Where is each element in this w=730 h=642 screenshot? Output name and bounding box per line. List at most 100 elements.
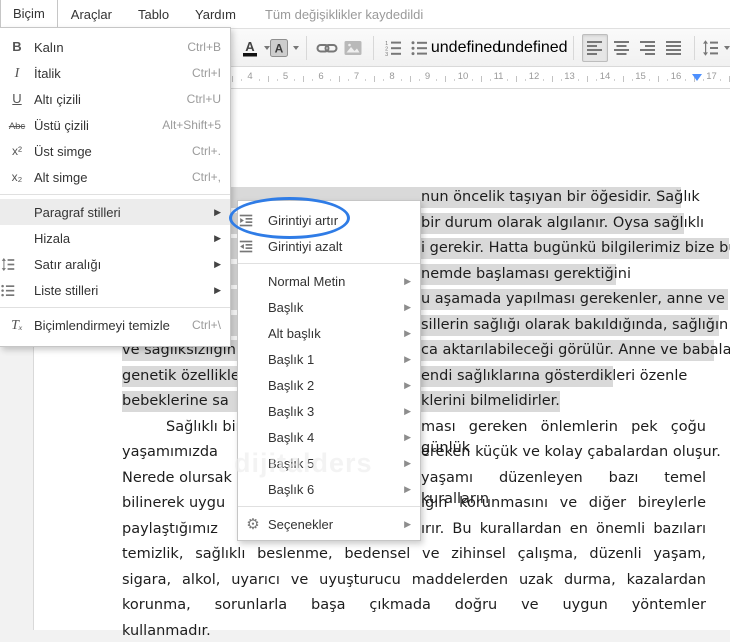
menubar-item-tablo[interactable]: Tablo (125, 1, 182, 28)
paragraph-styles-submenu: Girintiyi artır Girintiyi azalt Normal Met… (237, 200, 421, 541)
highlight-color-button[interactable]: A (269, 35, 300, 61)
align-left-button[interactable] (581, 33, 608, 62)
menu-item-başlık-1[interactable]: Başlık 1 ▶ (238, 346, 420, 372)
align-center-button[interactable] (610, 35, 634, 61)
ruler-number: 16 (670, 71, 682, 82)
menu-separator (238, 506, 420, 507)
text-fragment-left: yaşamımızda (122, 444, 218, 460)
justify-button[interactable] (662, 35, 686, 61)
text-fragment-right: ırır. Bu kurallardan en önemli bazıları (421, 520, 706, 537)
ruler-dot (596, 79, 598, 81)
menu-item-alt-başlık[interactable]: Alt başlık ▶ (238, 320, 420, 346)
ruler-dot (400, 79, 402, 81)
menu-item-shortcut: Ctrl+B (187, 40, 221, 54)
menu-item-shortcut: Ctrl+I (191, 66, 221, 80)
menu-item-label: Başlık 1 (268, 351, 315, 367)
ruler-dot (347, 79, 349, 81)
text-fragment-right: ca aktarılabileceği görülür. Anne ve bab… (421, 342, 730, 358)
menu-separator (0, 307, 230, 308)
dropdown-caret-icon[interactable] (724, 45, 730, 50)
link-button[interactable] (315, 35, 339, 61)
menu-item-başlık-6[interactable]: Başlık 6 ▶ (238, 476, 420, 502)
menu-item-başlık-3[interactable]: Başlık 3 ▶ (238, 398, 420, 424)
text-fragment-left: paylaştığımız (122, 520, 218, 537)
strikethrough-icon: Abc (8, 121, 26, 132)
menu-item-paragraf-stilleri[interactable]: Paragraf stilleri ▶ (0, 199, 230, 225)
menu-item-başlık-4[interactable]: Başlık 4 ▶ (238, 424, 420, 450)
menu-item-üst-simge[interactable]: x² Üst simge Ctrl+. (0, 138, 230, 164)
bullet-list-icon (410, 39, 429, 57)
text-line: korunma, sorunlarla başa çıkmada doğru v… (122, 597, 706, 613)
ruler-dot (383, 79, 385, 81)
menu-item-üstü-çizili[interactable]: Abc Üstü çizili Alt+Shift+5 (0, 112, 230, 138)
submenu-arrow-icon: ▶ (404, 275, 411, 286)
ruler-dot (525, 79, 527, 81)
indent-decrease-icon: undefined (430, 38, 502, 56)
indent-decrease-icon (238, 239, 268, 254)
menu-item-alt-simge[interactable]: x₂ Alt simge Ctrl+, (0, 164, 230, 190)
line-spacing-button[interactable] (702, 35, 730, 61)
menu-item-satır-aralığı[interactable]: Satır aralığı ▶ (0, 251, 230, 277)
highlight-color-icon: A (269, 38, 289, 58)
dropdown-caret-icon[interactable] (293, 45, 300, 50)
menu-item-label: Liste stilleri (34, 282, 99, 298)
ruler-number: 9 (424, 71, 431, 82)
menu-item-label: Başlık 4 (268, 429, 315, 445)
menu-item-i-talik[interactable]: I İtalik Ctrl+I (0, 60, 230, 86)
menu-item-başlık-5[interactable]: Başlık 5 ▶ (238, 450, 420, 476)
numbered-list-icon: 123 (384, 39, 403, 57)
menu-item-label: İtalik (34, 65, 61, 81)
text-fragment-left: bebeklerine sa (122, 393, 229, 409)
text-fragment-right: i gerekir. Hatta bugünkü bilgilerimiz bi… (421, 240, 730, 256)
text-fragment-right: bir durum olarak algılanır. Oysa sağlıkl… (421, 214, 705, 231)
text-line: kullanmadır. (122, 622, 211, 639)
menu-item-seçenekler[interactable]: ⚙ Seçenekler ▶ (238, 511, 420, 537)
menu-item-label: Üstü çizili (34, 117, 89, 133)
menu-item-girintiyi-azalt[interactable]: Girintiyi azalt (238, 233, 420, 259)
menu-item-label: Normal Metin (268, 273, 346, 289)
text-fragment-right: klerini bilmelidirler. (421, 393, 560, 409)
menu-item-shortcut: Ctrl+U (186, 92, 221, 106)
menu-item-normal-metin[interactable]: Normal Metin ▶ (238, 268, 420, 294)
ruler-dot (276, 79, 278, 81)
menu-item-hizala[interactable]: Hizala ▶ (0, 225, 230, 251)
ruler-tick (409, 76, 411, 82)
indent-decrease-button[interactable]: undefined (430, 35, 502, 61)
menu-item-başlık-2[interactable]: Başlık 2 ▶ (238, 372, 420, 398)
menu-item-liste-stilleri[interactable]: Liste stilleri ▶ (0, 277, 230, 303)
menu-item-biçimlendirmeyi-temizle[interactable]: Tₓ Biçimlendirmeyi temizle Ctrl+\ (0, 312, 230, 338)
ruler-margin-marker[interactable] (692, 74, 702, 81)
ruler-tick (303, 76, 305, 82)
menu-item-label: Başlık 5 (268, 455, 315, 471)
ruler-tick (587, 76, 589, 82)
menu-item-label: Biçimlendirmeyi temizle (34, 317, 170, 333)
indent-increase-icon (238, 213, 268, 228)
menubar-item-biçim[interactable]: Biçim (0, 0, 58, 29)
menu-item-girintiyi-artır[interactable]: Girintiyi artır (238, 207, 420, 233)
menubar-item-yardım[interactable]: Yardım (182, 1, 249, 28)
submenu-arrow-icon: ▶ (214, 258, 221, 269)
menu-item-kalın[interactable]: B Kalın Ctrl+B (0, 34, 230, 60)
svg-text:3: 3 (385, 52, 388, 57)
text-color-button[interactable]: A (241, 35, 270, 61)
align-right-button[interactable] (636, 35, 660, 61)
ruler-dot (667, 79, 669, 81)
menu-item-label: Hizala (34, 230, 71, 246)
menubar-item-araçlar[interactable]: Araçlar (58, 1, 125, 28)
ruler-dot (436, 79, 438, 81)
image-icon (343, 39, 363, 57)
ruler-number: 17 (706, 71, 717, 82)
menu-item-altı-çizili[interactable]: U Altı çizili Ctrl+U (0, 86, 230, 112)
align-center-icon (612, 39, 631, 57)
submenu-arrow-icon: ▶ (404, 379, 411, 390)
numbered-list-button[interactable]: 123 (382, 35, 406, 61)
indent-increase-button[interactable]: undefined (497, 35, 567, 61)
menu-item-label: Üst simge (34, 143, 92, 159)
bullet-list-button[interactable] (408, 35, 432, 61)
menu-item-label: Seçenekler (268, 516, 334, 532)
menu-item-başlık[interactable]: Başlık ▶ (238, 294, 420, 320)
image-button[interactable] (341, 35, 365, 61)
ruler-tick (622, 76, 624, 82)
ruler-dot (365, 79, 367, 81)
text-fragment-right: ereken küçük ve kolay çabalardan oluşur. (421, 444, 721, 460)
